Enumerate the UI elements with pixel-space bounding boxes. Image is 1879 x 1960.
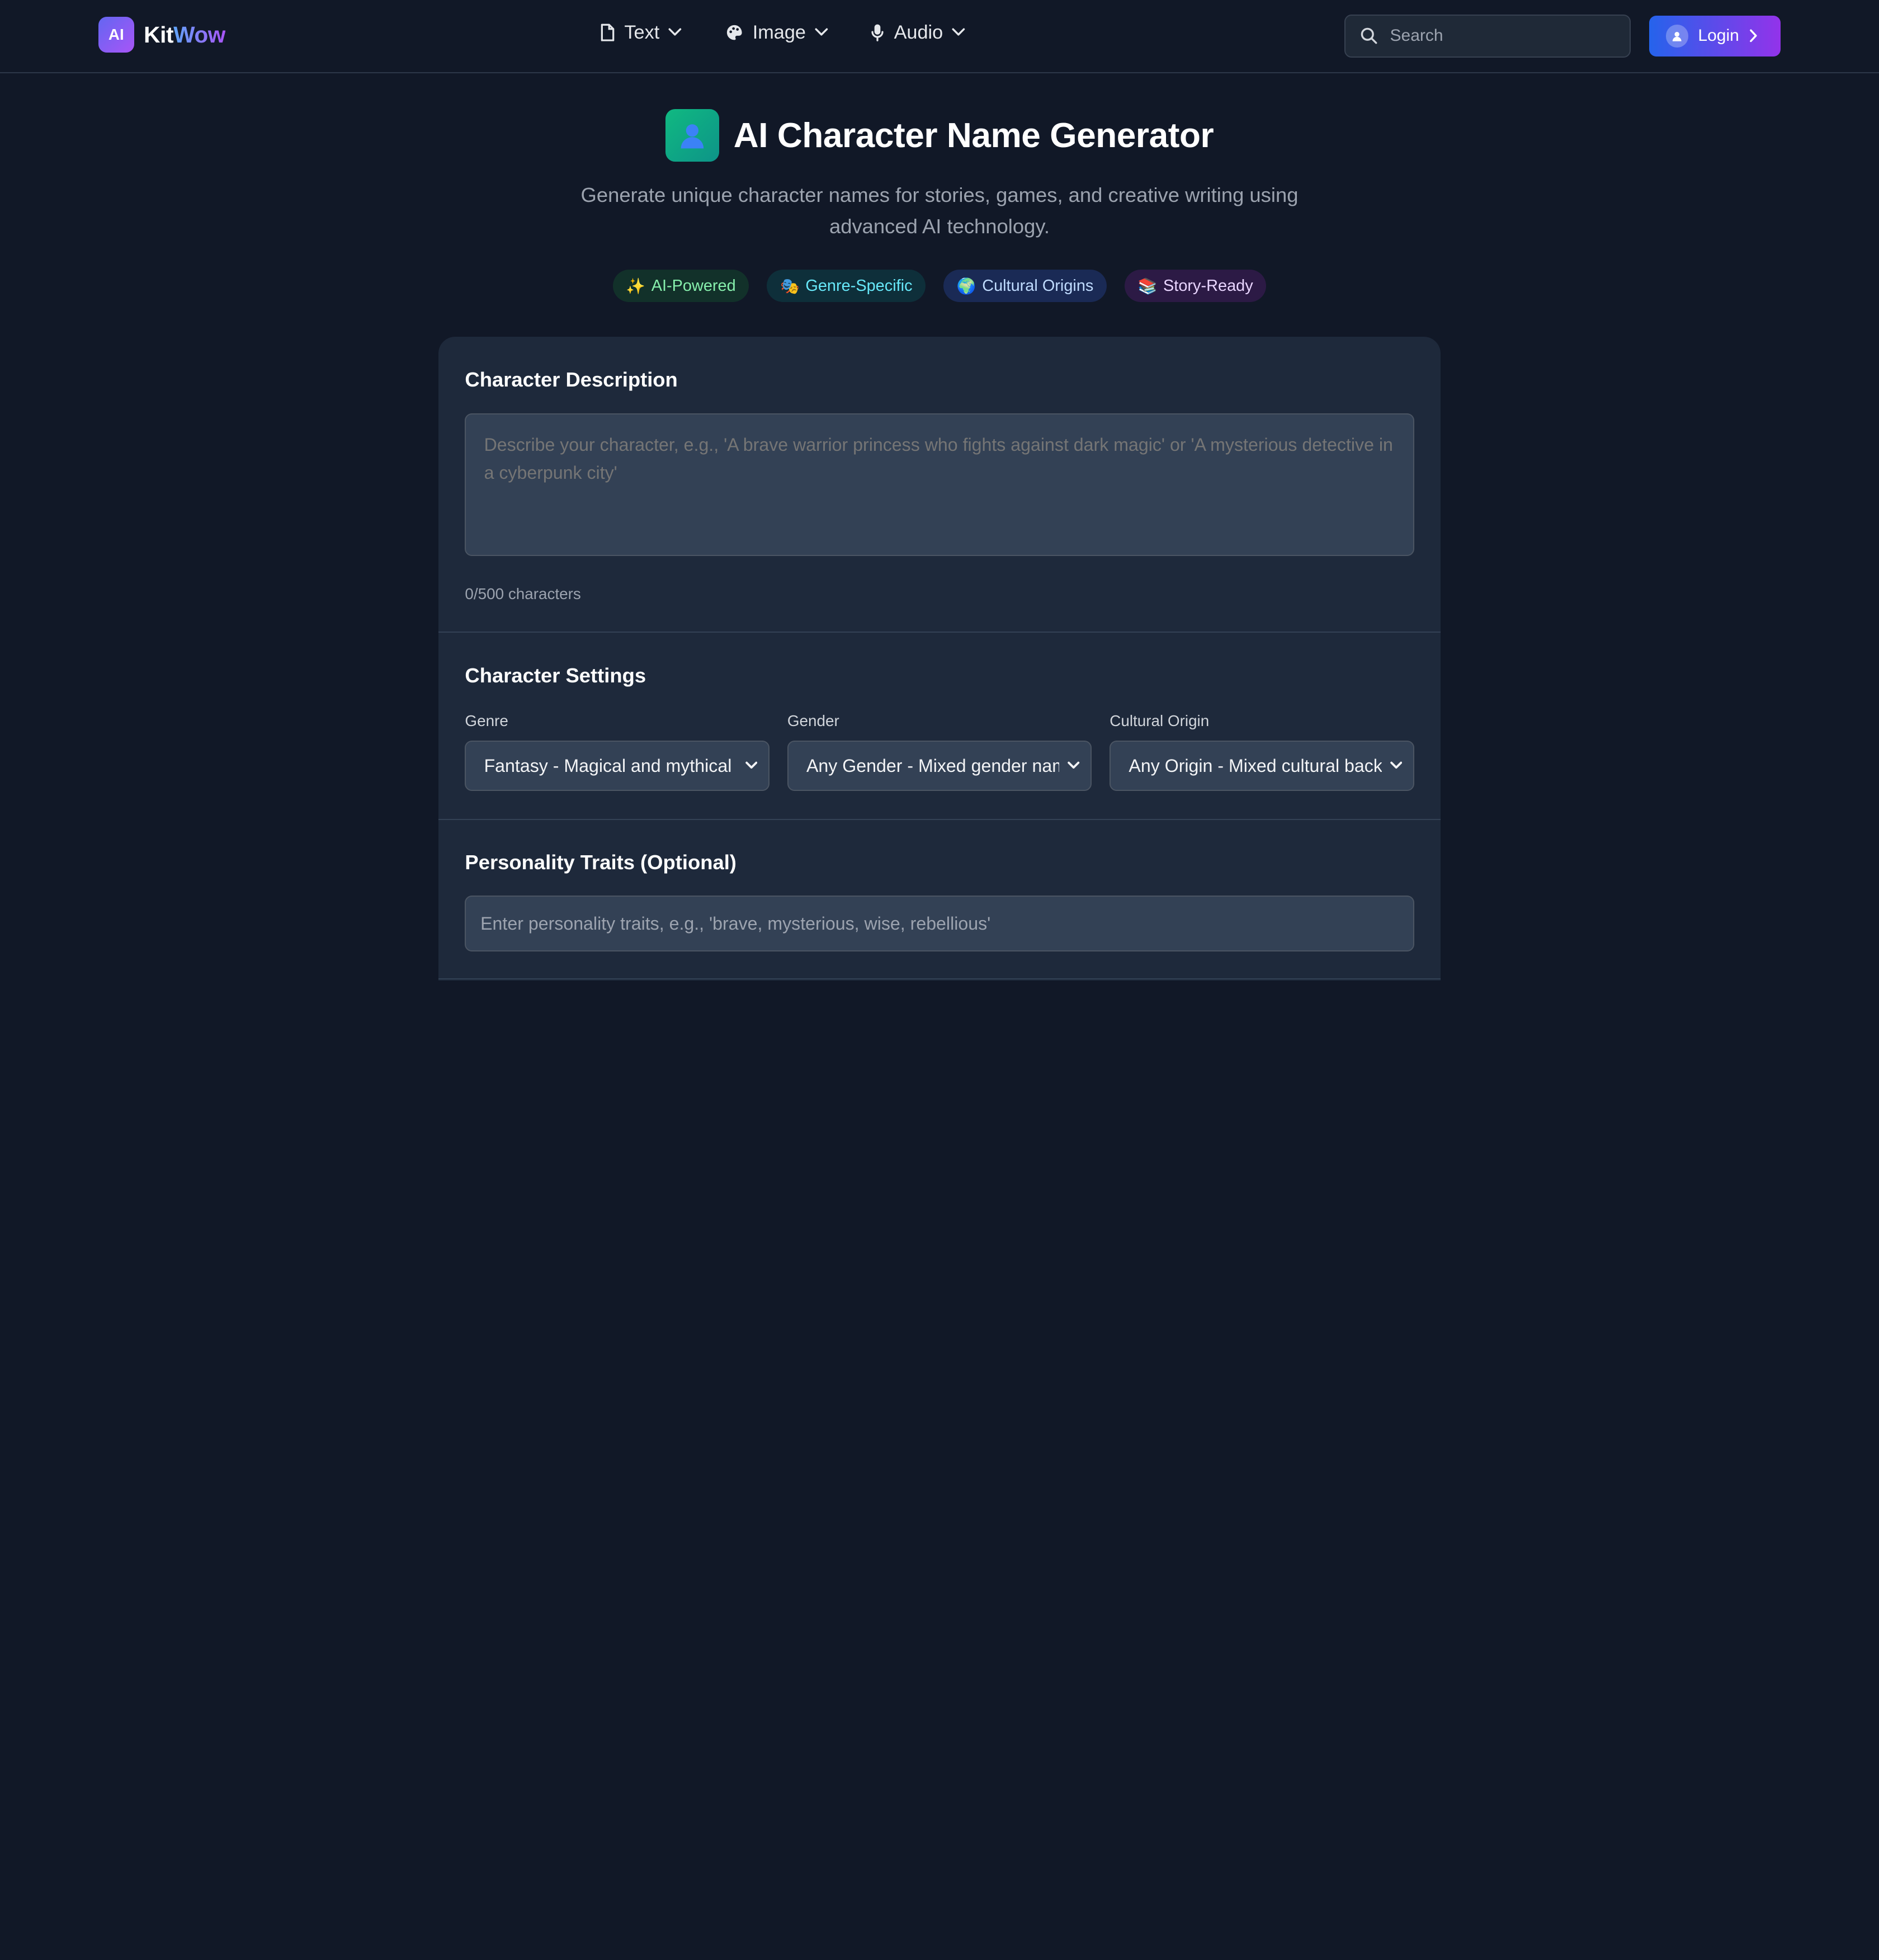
section-divider	[438, 818, 1441, 820]
genre-select[interactable]: Fantasy - Magical and mythical	[465, 741, 769, 791]
logo-text-kit: Kit	[144, 21, 174, 48]
page: AI KitWow Text Image Audio Search Login …	[0, 0, 1879, 981]
genre-label: Genre	[465, 712, 508, 729]
chevron-down-icon	[745, 761, 758, 769]
nav-audio-label: Audio	[894, 21, 943, 43]
nav-text-label: Text	[624, 21, 660, 43]
page-title-row: AI Character Name Generator	[0, 109, 1879, 162]
search-input[interactable]	[1390, 26, 1606, 46]
feature-tags: ✨ AI-Powered 🎭 Genre-Specific 🌍 Cultural…	[0, 270, 1879, 302]
gender-label: Gender	[787, 712, 839, 729]
generator-form-card: Character Description 0/500 characters C…	[438, 337, 1441, 981]
logo-text-wow: Wow	[173, 21, 226, 48]
document-icon	[601, 23, 615, 41]
tag-label: Genre-Specific	[805, 276, 913, 295]
tag-label: AI-Powered	[651, 276, 736, 295]
cultural-origin-label: Cultural Origin	[1110, 712, 1210, 729]
tag-label: Cultural Origins	[982, 276, 1094, 295]
search-box[interactable]	[1344, 14, 1631, 58]
tag-story-ready: 📚 Story-Ready	[1125, 270, 1267, 302]
chevron-down-icon	[1068, 761, 1080, 769]
nav-image-menu[interactable]: Image	[725, 22, 828, 44]
tag-ai-powered: ✨ AI-Powered	[612, 270, 749, 302]
search-icon	[1361, 27, 1377, 44]
chevron-down-icon	[1390, 761, 1403, 769]
chevron-right-icon	[1750, 29, 1757, 43]
logo[interactable]: AI KitWow	[98, 17, 225, 53]
cultural-origin-select[interactable]: Any Origin - Mixed cultural backgrounds	[1110, 741, 1414, 791]
character-counter: 0/500 characters	[465, 585, 581, 602]
person-icon	[665, 109, 720, 162]
personality-traits-input[interactable]: Enter personality traits, e.g., 'brave, …	[465, 895, 1414, 952]
section-divider	[438, 978, 1441, 979]
gender-selected-value: Any Gender - Mixed gender names	[806, 755, 1060, 776]
traits-section-title: Personality Traits (Optional)	[465, 851, 737, 874]
character-description-input[interactable]	[465, 413, 1414, 557]
settings-section-title: Character Settings	[465, 664, 646, 687]
login-label: Login	[1698, 26, 1739, 45]
user-icon	[1665, 24, 1689, 48]
microphone-icon	[871, 24, 884, 41]
theater-masks-icon: 🎭	[780, 276, 800, 295]
section-divider	[438, 632, 1441, 633]
tag-cultural-origins: 🌍 Cultural Origins	[943, 270, 1107, 302]
tag-label: Story-Ready	[1163, 276, 1253, 295]
palette-icon	[727, 25, 743, 40]
sparkles-icon: ✨	[626, 276, 645, 295]
origin-selected-value: Any Origin - Mixed cultural backgrounds	[1129, 755, 1382, 776]
page-subtitle: Generate unique character names for stor…	[580, 183, 1299, 238]
login-button[interactable]: Login	[1649, 15, 1781, 56]
top-navbar: AI KitWow Text Image Audio Search Login	[0, 0, 1879, 73]
chevron-down-icon	[815, 28, 828, 36]
logo-text: KitWow	[144, 22, 225, 48]
chevron-down-icon	[668, 28, 682, 36]
genre-selected-value: Fantasy - Magical and mythical	[484, 755, 732, 776]
globe-icon: 🌍	[956, 276, 976, 295]
nav-image-label: Image	[752, 21, 806, 43]
chevron-down-icon	[952, 28, 965, 36]
tag-genre-specific: 🎭 Genre-Specific	[767, 270, 926, 302]
nav-text-menu[interactable]: Text	[599, 22, 682, 44]
gender-select[interactable]: Any Gender - Mixed gender names	[787, 741, 1092, 791]
books-icon: 📚	[1137, 276, 1158, 295]
nav-audio-menu[interactable]: Audio	[869, 22, 966, 44]
logo-badge: AI	[98, 17, 134, 53]
page-title: AI Character Name Generator	[733, 116, 1214, 155]
description-section-title: Character Description	[465, 368, 678, 391]
